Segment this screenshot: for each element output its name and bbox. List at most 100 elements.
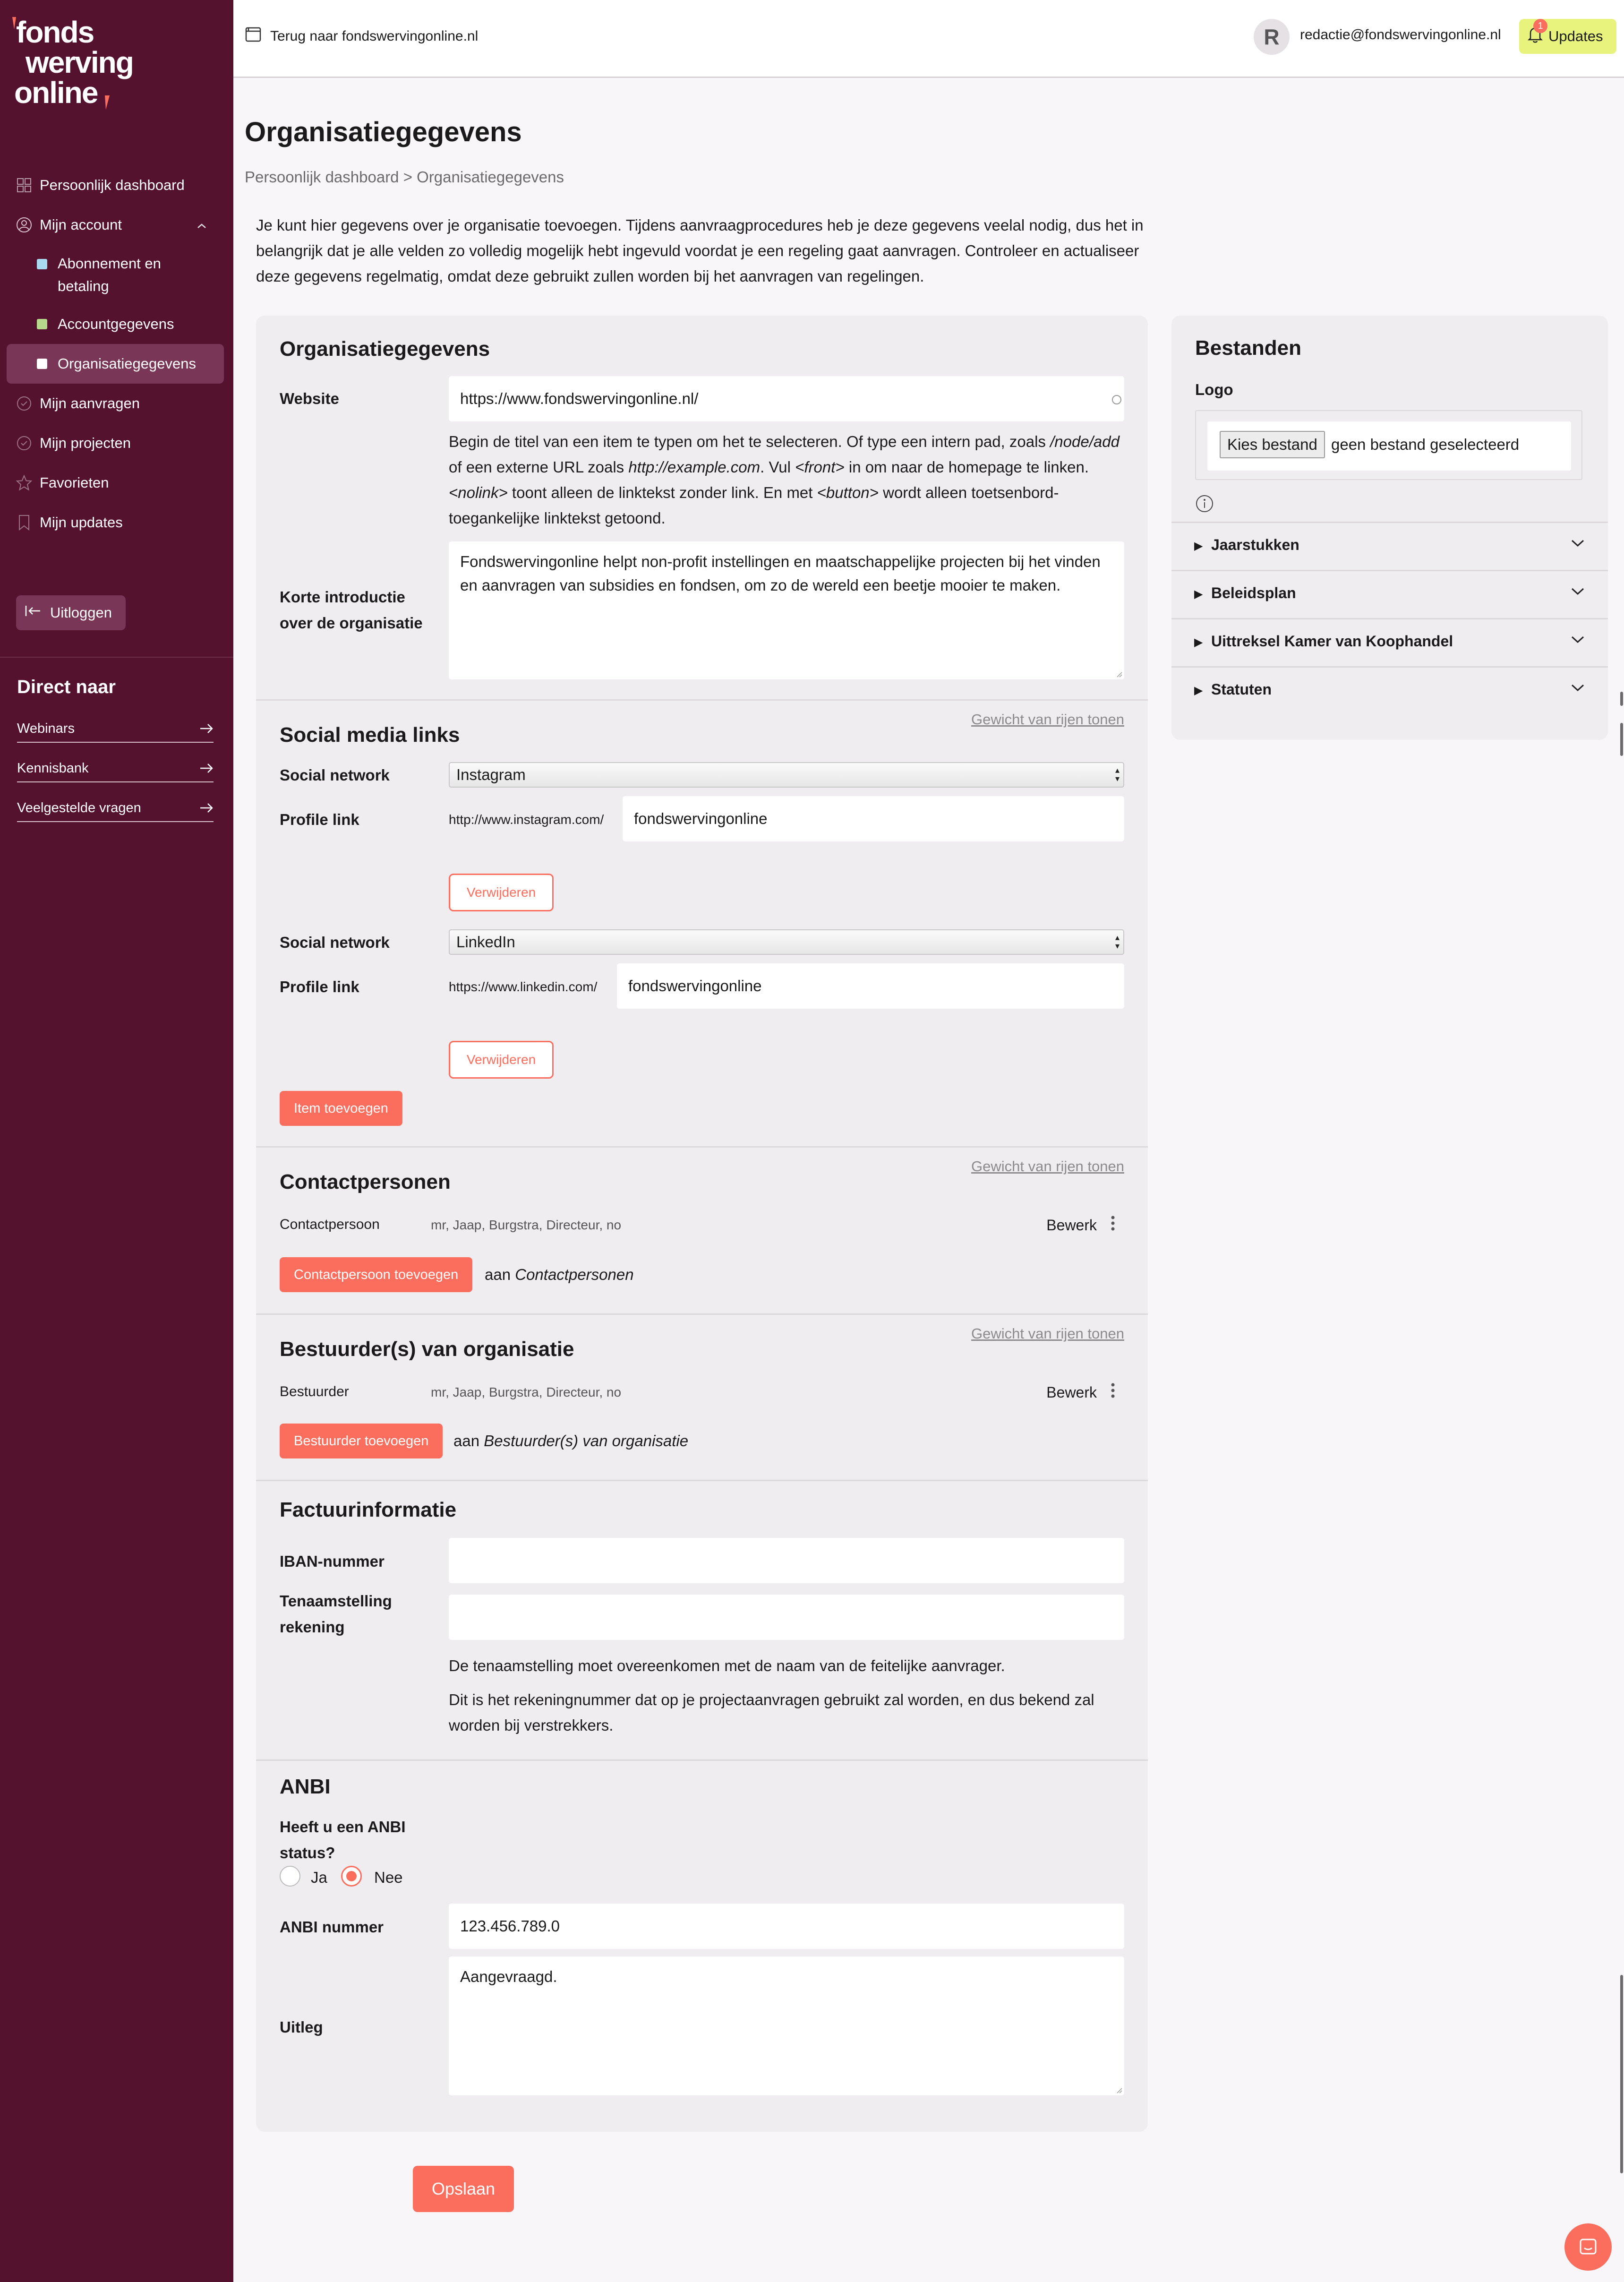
website-input[interactable]: https://www.fondswervingonline.nl/ <box>449 376 1124 421</box>
table-row: Bestuurder mr, Jaap, Burgstra, Directeur… <box>280 1381 1125 1405</box>
accordion-chamber-of-commerce[interactable]: ▶ Uittreksel Kamer van Koophandel <box>1171 618 1608 668</box>
chat-icon <box>1580 2239 1597 2255</box>
remove-button[interactable]: Verwijderen <box>449 874 554 911</box>
chat-launcher-button[interactable] <box>1564 2223 1612 2271</box>
anbi-explain-textarea[interactable]: Aangevraagd. <box>449 1956 1124 2095</box>
sidebar-item-dashboard[interactable]: Persoonlijk dashboard <box>7 165 224 205</box>
anbi-explain-label: Uitleg <box>280 2018 323 2036</box>
direct-link-webinars[interactable]: Webinars <box>17 715 214 743</box>
show-row-weights-link[interactable]: Gewicht van rijen tonen <box>971 711 1124 728</box>
choose-file-button[interactable]: Kies bestand <box>1220 431 1325 458</box>
user-email[interactable]: redactie@fondswervingonline.nl <box>1300 27 1501 43</box>
add-target-name: Bestuurder(s) van organisatie <box>484 1432 689 1450</box>
logout-label: Uitloggen <box>50 604 112 621</box>
social-network-select[interactable]: Instagram ▴ ▾ <box>449 762 1124 788</box>
iban-input[interactable] <box>449 1538 1124 1583</box>
sidebar-item-favorites[interactable]: Favorieten <box>7 463 224 503</box>
breadcrumb[interactable]: Persoonlijk dashboard > Organisatiegegev… <box>245 168 564 186</box>
direct-link-kennisbank[interactable]: Kennisbank <box>17 755 214 782</box>
info-icon[interactable] <box>1195 494 1214 513</box>
accordion-statutes[interactable]: ▶ Statuten <box>1171 666 1608 716</box>
file-input[interactable]: Kies bestand geen bestand geselecteerd <box>1207 421 1571 471</box>
add-target-text: aan Contactpersonen <box>485 1266 634 1284</box>
accordion-label: Uittreksel Kamer van Koophandel <box>1211 633 1453 650</box>
anbi-radio-yes[interactable] <box>280 1866 300 1887</box>
social-network-select[interactable]: LinkedIn ▴ ▾ <box>449 929 1124 955</box>
sidebar-item-label: Abonnement en betaling <box>58 255 161 294</box>
anbi-radio-no-label[interactable]: Nee <box>374 1869 403 1887</box>
avatar[interactable]: R <box>1254 19 1290 55</box>
sidebar-item-subscription[interactable]: Abonnement en betaling <box>7 245 224 297</box>
bell-icon: 1 <box>1527 19 1547 47</box>
arrow-right-icon <box>200 724 213 733</box>
check-circle-icon <box>16 395 32 412</box>
updates-button[interactable]: 1 Updates <box>1519 19 1616 54</box>
square-icon <box>37 359 47 369</box>
contacts-section-title: Contactpersonen <box>280 1170 451 1193</box>
chevron-down-icon <box>1571 540 1584 547</box>
sidebar-item-organisation[interactable]: Organisatiegegevens <box>7 344 224 384</box>
files-title: Bestanden <box>1195 336 1301 360</box>
org-intro-value: Fondswervingonline helpt non-profit inst… <box>460 553 1101 594</box>
save-button[interactable]: Opslaan <box>413 2166 514 2212</box>
chevron-down-icon <box>1571 636 1584 643</box>
account-holder-input[interactable] <box>449 1595 1124 1640</box>
org-intro-textarea[interactable]: Fondswervingonline helpt non-profit inst… <box>449 541 1124 679</box>
add-board-member-button[interactable]: Bestuurder toevoegen <box>280 1424 443 1458</box>
social-section-title: Social media links <box>280 723 460 746</box>
profile-link-input[interactable]: fondswervingonline <box>617 963 1124 1009</box>
org-section: Organisatiegegevens Website https://www.… <box>256 316 1148 699</box>
accordion-label: Jaarstukken <box>1211 536 1299 553</box>
back-to-site-link[interactable]: Terug naar fondswervingonline.nl <box>245 25 478 48</box>
anbi-section-title: ANBI <box>280 1775 331 1798</box>
sidebar-item-applications[interactable]: Mijn aanvragen <box>7 384 224 423</box>
resize-handle-icon[interactable] <box>1115 670 1122 678</box>
sidebar-item-projects[interactable]: Mijn projecten <box>7 423 224 463</box>
more-vertical-icon[interactable] <box>1109 1381 1117 1400</box>
help-text-part: of een externe URL zoals <box>449 458 629 476</box>
social-section: Gewicht van rijen tonen Social media lin… <box>256 699 1148 1148</box>
anbi-radio-no[interactable] <box>341 1866 362 1887</box>
show-row-weights-link[interactable]: Gewicht van rijen tonen <box>971 1325 1124 1342</box>
disclosure-triangle-icon: ▶ <box>1194 540 1203 552</box>
show-row-weights-link[interactable]: Gewicht van rijen tonen <box>971 1158 1124 1175</box>
scrollbar-thumb[interactable] <box>1620 692 1623 706</box>
anbi-number-input[interactable]: 123.456.789.0 <box>449 1904 1124 1949</box>
organisation-form-card: Organisatiegegevens Website https://www.… <box>256 316 1148 2132</box>
add-item-button[interactable]: Item toevoegen <box>280 1091 402 1126</box>
chevron-up-icon[interactable] <box>197 218 207 232</box>
edit-button[interactable]: Bewerk <box>1046 1217 1097 1234</box>
accordion-annual-reports[interactable]: ▶ Jaarstukken <box>1171 522 1608 571</box>
sidebar-item-updates[interactable]: Mijn updates <box>7 503 224 542</box>
anbi-radio-yes-label[interactable]: Ja <box>311 1869 327 1887</box>
brand-logo[interactable]: fonds werving online <box>9 11 151 111</box>
sidebar-nav: Persoonlijk dashboard Mijn account Abonn… <box>7 165 224 542</box>
scrollbar-thumb[interactable] <box>1620 1975 1623 2173</box>
anbi-section: ANBI Heeft u een ANBI status? Ja Nee ANB… <box>256 1759 1148 2133</box>
add-target-name: Contactpersonen <box>515 1266 634 1283</box>
add-contact-button[interactable]: Contactpersoon toevoegen <box>280 1257 473 1292</box>
direct-link-faq[interactable]: Veelgestelde vragen <box>17 795 214 822</box>
square-icon <box>37 259 47 269</box>
remove-button[interactable]: Verwijderen <box>449 1041 554 1079</box>
star-icon <box>16 475 32 491</box>
accordion-policy-plan[interactable]: ▶ Beleidsplan <box>1171 570 1608 619</box>
logo-comma-mark <box>105 95 110 110</box>
page-intro: Je kunt hier gegevens over je organisati… <box>256 216 1144 285</box>
anbi-number-label: ANBI nummer <box>280 1918 384 1936</box>
arrow-right-icon <box>200 803 213 813</box>
sidebar-item-accountdetails[interactable]: Accountgegevens <box>7 304 224 344</box>
profile-link-input[interactable]: fondswervingonline <box>623 796 1124 841</box>
more-vertical-icon[interactable] <box>1109 1214 1117 1233</box>
sidebar: fonds werving online Persoonlijk dashboa… <box>0 0 233 2282</box>
edit-button[interactable]: Bewerk <box>1046 1384 1097 1401</box>
iban-label: IBAN-nummer <box>280 1553 385 1570</box>
sidebar-item-account[interactable]: Mijn account <box>7 205 224 245</box>
select-arrows-icon: ▴ ▾ <box>1115 765 1120 783</box>
scrollbar-thumb[interactable] <box>1620 723 1623 756</box>
table-row: Contactpersoon mr, Jaap, Burgstra, Direc… <box>280 1214 1125 1237</box>
invoice-help-2: Dit is het rekeningnummer dat op je proj… <box>449 1691 1094 1734</box>
help-text-part: <front> <box>795 458 845 476</box>
logout-button[interactable]: Uitloggen <box>16 595 126 630</box>
resize-handle-icon[interactable] <box>1115 2086 1122 2093</box>
